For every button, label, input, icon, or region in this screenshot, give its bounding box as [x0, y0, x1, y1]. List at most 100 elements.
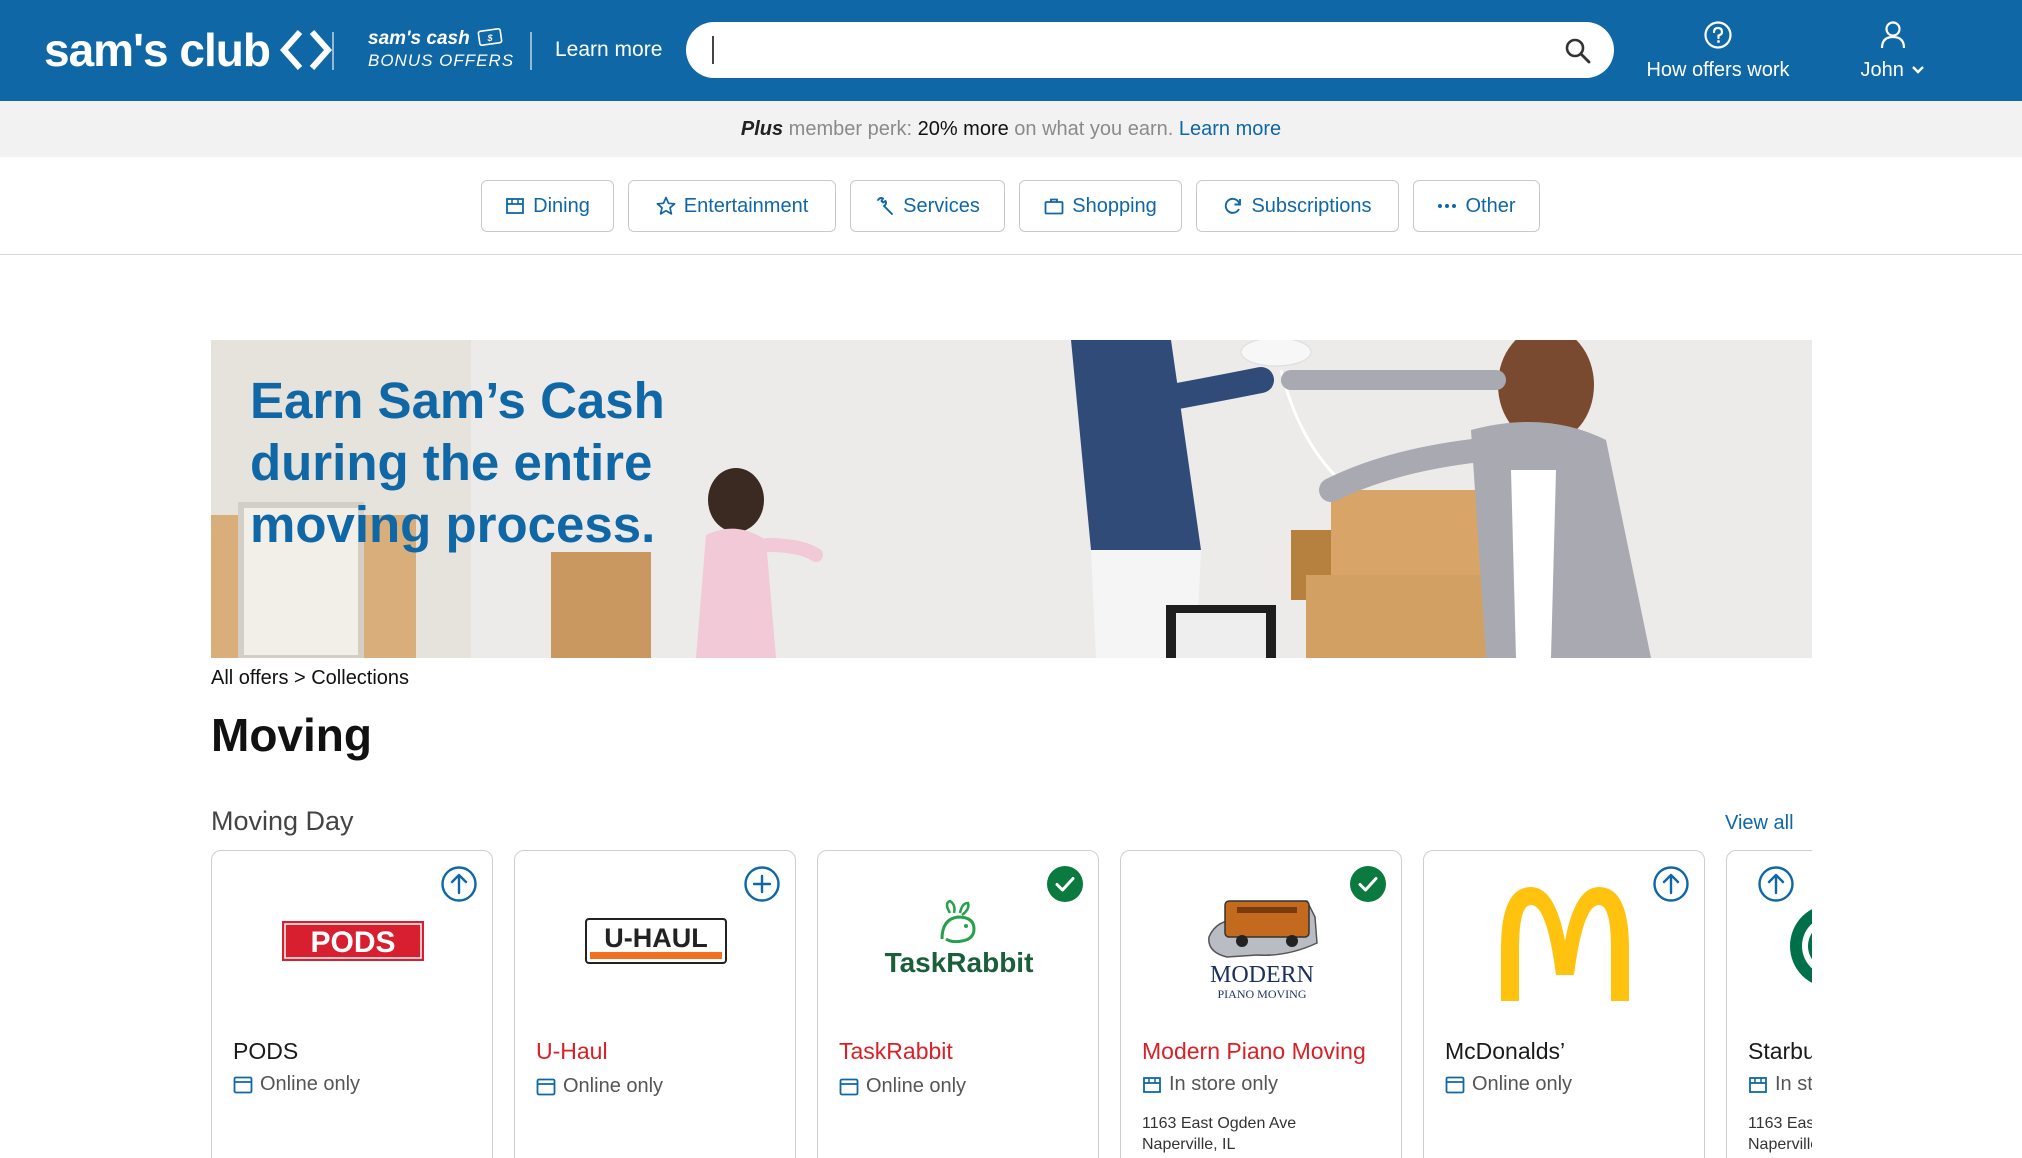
hero-headline: Earn Sam’s Cash during the entire moving…	[250, 370, 665, 556]
store-icon	[1749, 1076, 1767, 1093]
taskrabbit-logo-text: TaskRabbit	[885, 947, 1034, 978]
plus-perk-banner: Plus member perk: 20% more on what you e…	[0, 101, 2022, 157]
header-learn-more-link[interactable]: Learn more	[555, 38, 662, 62]
card-title: U-Haul	[536, 1038, 608, 1064]
hero-line-3: moving process.	[250, 496, 656, 553]
browser-icon	[536, 1078, 556, 1095]
category-label: Entertainment	[683, 194, 809, 217]
plus-label: Plus	[740, 118, 784, 140]
bonus-bottom-text: BONUS OFFERS	[368, 51, 515, 70]
uhaul-logo: U-HAUL	[515, 871, 795, 1011]
pods-logo-text: PODS	[310, 926, 395, 959]
search-bar[interactable]	[686, 22, 1614, 78]
category-entertainment[interactable]: Entertainment	[628, 180, 836, 232]
header-divider	[332, 32, 334, 70]
perk-text-2: on what you earn.	[1008, 118, 1179, 140]
help-circle-icon	[1704, 21, 1732, 49]
browser-icon	[839, 1078, 859, 1095]
piano-moving-logo-text: PIANO MOVING	[1218, 987, 1307, 1001]
category-subscriptions[interactable]: Subscriptions	[1196, 180, 1399, 232]
category-bar: Dining Entertainment Services Shopping S…	[0, 157, 2022, 255]
card-title: Starbucks	[1748, 1038, 1812, 1064]
offer-card-modern-piano-moving[interactable]: MODERN PIANO MOVING Modern Piano Moving …	[1120, 850, 1402, 1158]
offer-card-starbucks[interactable]: Starbucks In store only 1163 East Ogden …	[1726, 850, 1812, 1158]
breadcrumb[interactable]: All offers > Collections	[211, 667, 409, 690]
top-header: sam's club sam's cash $ BONUS OFFERS Lea…	[0, 0, 2022, 101]
search-input[interactable]	[720, 32, 1520, 68]
address-line-1: 1163 East Ogden Ave	[1748, 1115, 1812, 1132]
hero-line-2: during the entire	[250, 434, 653, 491]
offer-card-uhaul[interactable]: U-HAUL U-Haul Online only	[514, 850, 796, 1158]
bonus-offers-logo: sam's cash $ BONUS OFFERS	[368, 27, 515, 70]
modern-logo-text: MODERN	[1210, 962, 1314, 988]
account-menu[interactable]: John	[1852, 20, 1934, 82]
star-icon	[656, 196, 676, 215]
category-label: Other	[1465, 194, 1516, 217]
text-cursor	[712, 36, 714, 64]
page-title: Moving	[211, 709, 372, 761]
category-label: Shopping	[1072, 194, 1157, 217]
card-title: TaskRabbit	[839, 1038, 953, 1064]
browser-icon	[233, 1076, 253, 1093]
card-title: McDonalds’	[1445, 1038, 1566, 1064]
availability-label: Online only	[260, 1073, 361, 1095]
user-name: John	[1860, 59, 1904, 81]
offer-carousel: PODS PODS Online only U-HAUL U-Haul Onli…	[211, 850, 1812, 1158]
cash-card-icon: $	[477, 27, 503, 47]
store-address: 1163 East Ogden Ave Naperville, IL	[1748, 1113, 1812, 1155]
availability-label: Online only	[1472, 1073, 1573, 1095]
category-label: Dining	[533, 194, 590, 217]
how-offers-work-label: How offers work	[1646, 59, 1790, 81]
diamond-logo-icon	[279, 30, 332, 70]
upload-circle-icon[interactable]	[1757, 865, 1795, 903]
perk-text: member perk:	[783, 118, 918, 140]
category-shopping[interactable]: Shopping	[1019, 180, 1182, 232]
card-title: Modern Piano Moving	[1142, 1038, 1366, 1064]
availability-label: Online only	[866, 1075, 967, 1097]
availability-label: In store only	[1775, 1073, 1812, 1095]
address-line-2: Naperville, IL	[1748, 1136, 1812, 1153]
store-icon	[506, 198, 525, 214]
bag-icon	[1044, 198, 1064, 215]
perk-learn-more-link[interactable]: Learn more	[1179, 118, 1281, 140]
chevron-down-icon	[1912, 66, 1925, 74]
view-all-link[interactable]: View all	[1725, 812, 1794, 835]
modern-piano-moving-logo: MODERN PIANO MOVING	[1121, 871, 1401, 1011]
availability-label: Online only	[563, 1075, 664, 1097]
taskrabbit-logo: TaskRabbit	[818, 871, 1098, 1011]
wrench-icon	[877, 197, 894, 215]
logo-wordmark: sam's club	[44, 24, 271, 76]
card-availability: Online only	[1445, 1073, 1572, 1096]
offer-card-mcdonalds[interactable]: McDonalds’ Online only	[1423, 850, 1705, 1158]
uhaul-logo-text: U-HAUL	[604, 923, 707, 953]
category-label: Subscriptions	[1251, 194, 1372, 217]
offer-card-pods[interactable]: PODS PODS Online only	[211, 850, 493, 1158]
address-line-2: Naperville, IL	[1142, 1136, 1236, 1153]
card-title: PODS	[233, 1038, 299, 1064]
perk-highlight: 20% more	[917, 118, 1009, 140]
category-label: Services	[903, 194, 980, 217]
card-availability: In store only	[1142, 1073, 1278, 1096]
sams-club-logo[interactable]: sam's club	[44, 22, 332, 78]
mcdonalds-logo	[1424, 861, 1704, 1021]
bonus-top-text: sam's cash	[368, 28, 470, 49]
category-dining[interactable]: Dining	[481, 180, 614, 232]
card-availability: In store only	[1748, 1073, 1812, 1096]
category-other[interactable]: Other	[1413, 180, 1540, 232]
card-availability: Online only	[536, 1075, 663, 1098]
hero-banner[interactable]: Earn Sam’s Cash during the entire moving…	[211, 340, 1812, 658]
how-offers-work-button[interactable]: How offers work	[1638, 20, 1798, 82]
card-availability: Online only	[233, 1073, 360, 1096]
user-icon	[1880, 21, 1906, 49]
address-line-1: 1163 East Ogden Ave	[1142, 1115, 1297, 1132]
pods-logo: PODS	[212, 871, 492, 1011]
section-title: Moving Day	[211, 806, 354, 836]
category-services[interactable]: Services	[850, 180, 1005, 232]
availability-label: In store only	[1169, 1073, 1278, 1095]
hero-line-1: Earn Sam’s Cash	[250, 372, 665, 429]
store-address: 1163 East Ogden Ave Naperville, IL	[1142, 1113, 1296, 1155]
offer-card-taskrabbit[interactable]: TaskRabbit TaskRabbit Online only	[817, 850, 1099, 1158]
search-icon[interactable]	[1564, 37, 1592, 65]
browser-icon	[1445, 1076, 1465, 1093]
more-icon	[1438, 204, 1457, 208]
